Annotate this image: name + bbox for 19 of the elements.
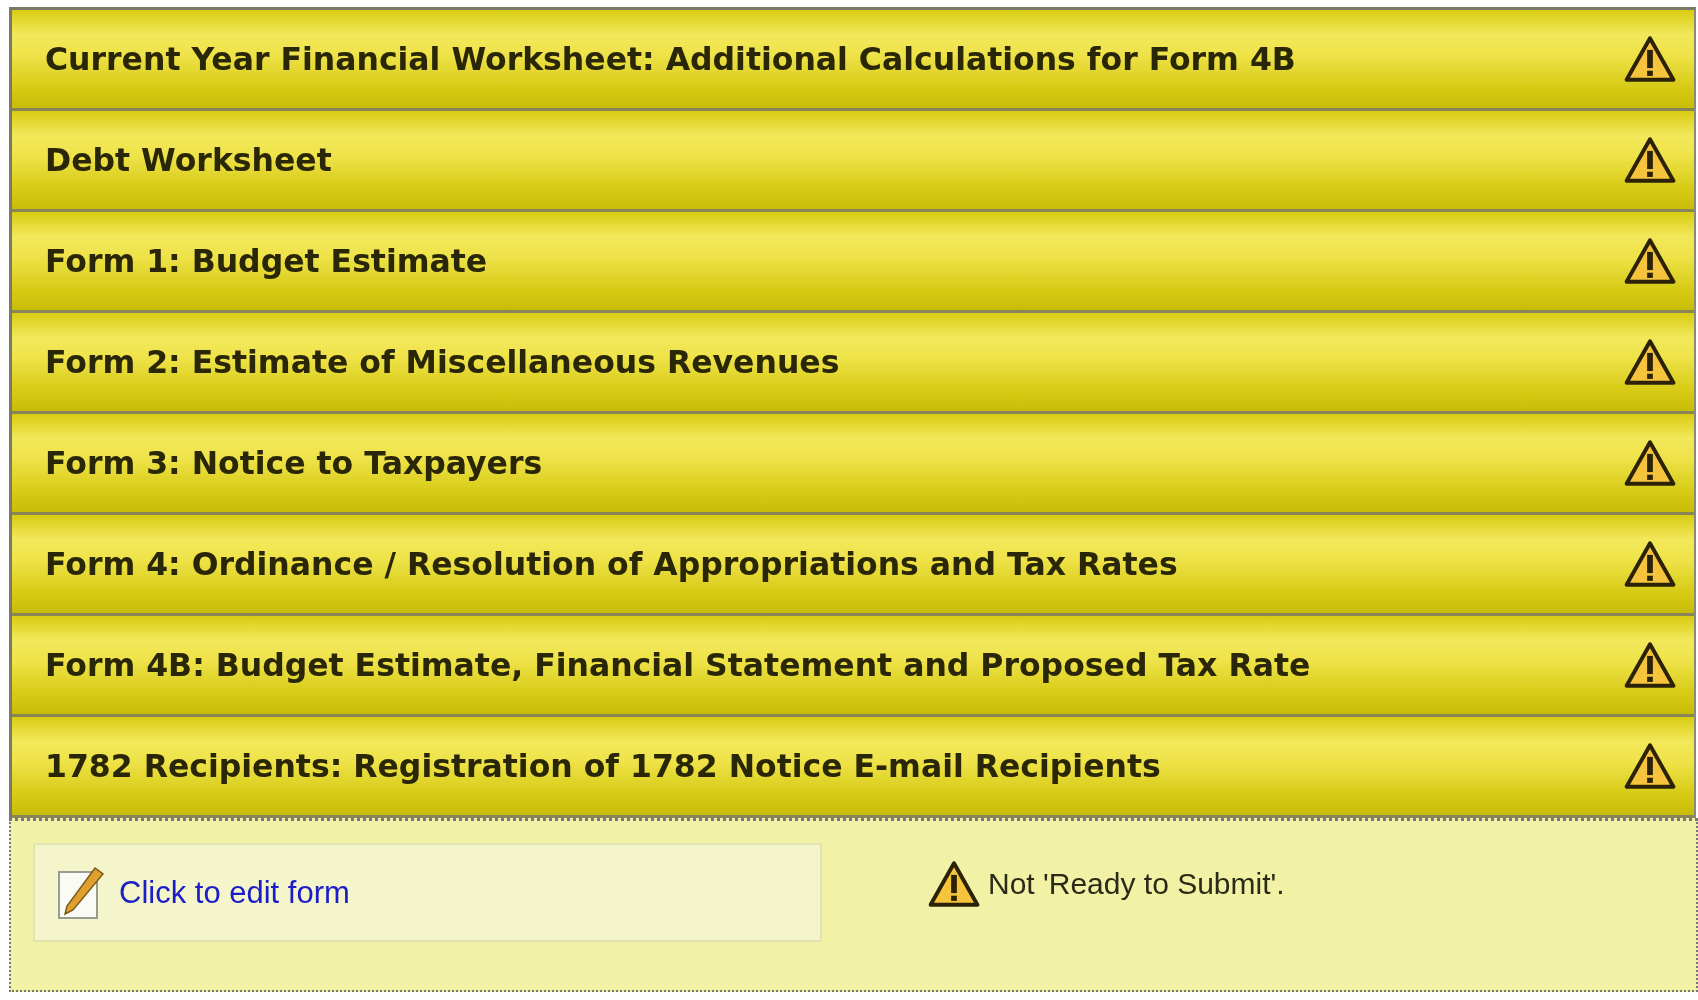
form-title: Form 4B: Budget Estimate, Financial Statement and Proposed Tax Rate	[45, 647, 1311, 683]
form-row[interactable]: Current Year Financial Worksheet: Additional Calculations for Form 4B	[12, 10, 1694, 111]
form-title: Form 1: Budget Estimate	[45, 243, 488, 279]
pencil-icon	[57, 865, 105, 920]
form-row[interactable]: Form 3: Notice to Taxpayers	[12, 414, 1694, 515]
form-row[interactable]: Form 4B: Budget Estimate, Financial Statement and Proposed Tax Rate	[12, 616, 1694, 717]
edit-form-link[interactable]: Click to edit form	[33, 843, 822, 942]
form-row[interactable]: Debt Worksheet	[12, 111, 1694, 212]
form-title: Debt Worksheet	[45, 142, 332, 178]
form-row[interactable]: Form 1: Budget Estimate	[12, 212, 1694, 313]
form-title: Form 3: Notice to Taxpayers	[45, 445, 543, 481]
form-title: Current Year Financial Worksheet: Additional Calculations for Form 4B	[45, 41, 1296, 77]
status-text: Not 'Ready to Submit'.	[988, 867, 1285, 901]
form-row[interactable]: 1782 Recipients: Registration of 1782 Notice E-mail Recipients	[12, 717, 1694, 818]
form-row[interactable]: Form 4: Ordinance / Resolution of Appropriations and Tax Rates	[12, 515, 1694, 616]
form-row[interactable]: Form 2: Estimate of Miscellaneous Revenues	[12, 313, 1694, 414]
form-title: Form 2: Estimate of Miscellaneous Revenues	[45, 344, 840, 380]
form-title: Form 4: Ordinance / Resolution of Appropriations and Tax Rates	[45, 546, 1178, 582]
form-title: 1782 Recipients: Registration of 1782 Notice E-mail Recipients	[45, 748, 1161, 784]
